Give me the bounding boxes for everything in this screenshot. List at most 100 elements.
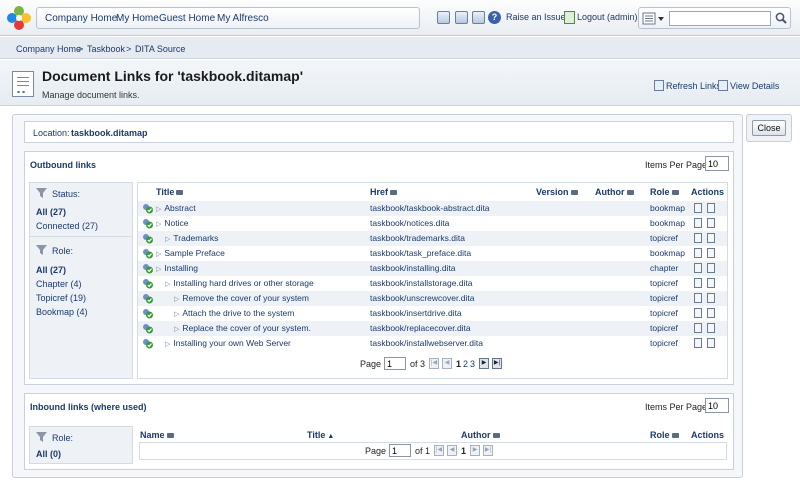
row-href-link[interactable]: taskbook/task_preface.dita — [370, 248, 471, 258]
row-href-link[interactable]: taskbook/unscrewcover.dita — [370, 293, 474, 303]
pager-first-button[interactable]: |◀ — [429, 358, 439, 369]
col-author-header[interactable]: Author — [595, 187, 634, 197]
search-icon[interactable] — [774, 11, 788, 26]
items-per-page-input[interactable] — [705, 398, 729, 413]
pager-page-1[interactable]: 1 — [461, 446, 466, 456]
col-title-header[interactable]: Title — [156, 187, 184, 197]
document-details-icon[interactable] — [707, 293, 715, 303]
row-href-link[interactable]: taskbook/trademarks.dita — [370, 233, 465, 243]
view-details-link[interactable]: View Details — [730, 81, 779, 91]
close-button[interactable]: Close — [752, 120, 786, 136]
pager-page-3[interactable]: 3 — [470, 359, 475, 369]
document-details-icon[interactable] — [707, 263, 715, 273]
view-details-icon[interactable] — [718, 80, 728, 91]
alfresco-logo-icon[interactable] — [5, 4, 33, 32]
items-per-page-input[interactable] — [705, 156, 729, 171]
search-options-menu[interactable] — [642, 12, 668, 25]
search-input[interactable] — [669, 11, 771, 26]
table-row[interactable]: ▷ Sample Preface taskbook/task_preface.dit… — [138, 246, 727, 261]
row-title-link[interactable]: ▷ Sample Preface — [156, 248, 225, 258]
row-href-link[interactable]: taskbook/replacecover.dita — [370, 323, 471, 333]
view-document-icon[interactable] — [694, 263, 702, 273]
view-document-icon[interactable] — [694, 203, 702, 213]
pager-next-button[interactable]: ▶ — [479, 358, 489, 369]
row-href-link[interactable]: taskbook/insertdrive.dita — [370, 308, 462, 318]
toggle-shelf-icon[interactable] — [472, 11, 485, 24]
view-document-icon[interactable] — [694, 218, 702, 228]
document-details-icon[interactable] — [707, 278, 715, 288]
view-document-icon[interactable] — [694, 278, 702, 288]
col-name-header[interactable]: Name — [140, 430, 174, 440]
table-row[interactable]: ▷ Installing taskbook/installing.dita chapt… — [138, 261, 727, 276]
document-details-icon[interactable] — [707, 248, 715, 258]
view-document-icon[interactable] — [694, 323, 702, 333]
pager-page-2[interactable]: 2 — [463, 359, 468, 369]
table-row[interactable]: ▷ Abstract taskbook/taskbook-abstract.dita… — [138, 201, 727, 216]
nav-guest-home[interactable]: Guest Home — [159, 13, 215, 24]
row-title-link[interactable]: ▷ Replace the cover of your system. — [174, 323, 311, 333]
nav-my-alfresco[interactable]: My Alfresco — [217, 13, 269, 24]
row-href-link[interactable]: taskbook/installing.dita — [370, 263, 456, 273]
document-details-icon[interactable] — [707, 308, 715, 318]
refresh-icon[interactable] — [654, 80, 664, 91]
logout-icon[interactable] — [564, 11, 575, 24]
view-document-icon[interactable] — [694, 308, 702, 318]
pager-page-1[interactable]: 1 — [456, 359, 461, 369]
pager-last-button[interactable]: ▶| — [483, 445, 493, 456]
row-title-link[interactable]: ▷ Abstract — [156, 203, 196, 213]
table-row[interactable]: ▷ Notice taskbook/notices.dita bookmap — [138, 216, 727, 231]
row-href-link[interactable]: taskbook/installwebserver.dita — [370, 338, 483, 348]
help-icon[interactable]: ? — [488, 11, 501, 24]
table-row[interactable]: ▷ Replace the cover of your system. taskbo… — [138, 321, 727, 336]
row-title-link[interactable]: ▷ Trademarks — [165, 233, 218, 243]
nav-company-home[interactable]: Company Home — [45, 13, 117, 24]
role-filter-all[interactable]: All (0) — [36, 449, 61, 459]
refresh-links-link[interactable]: Refresh Links — [666, 81, 721, 91]
status-filter-all[interactable]: All (27) — [36, 207, 66, 217]
admin-console-icon[interactable] — [437, 11, 450, 24]
row-href-link[interactable]: taskbook/installstorage.dita — [370, 278, 473, 288]
table-row[interactable]: ▷ Attach the drive to the system taskbook/… — [138, 306, 727, 321]
col-role-header[interactable]: Role — [650, 187, 679, 197]
view-document-icon[interactable] — [694, 233, 702, 243]
pager-prev-button[interactable]: ◀ — [447, 445, 457, 456]
col-href-header[interactable]: Href — [370, 187, 398, 197]
raise-issue-link[interactable]: Raise an Issue — [506, 12, 566, 22]
table-row[interactable]: ▷ Installing hard drives or other storage… — [138, 276, 727, 291]
col-author-header[interactable]: Author — [461, 430, 500, 440]
pager-last-button[interactable]: ▶| — [492, 358, 502, 369]
pager-next-button[interactable]: ▶ — [470, 445, 480, 456]
row-title-link[interactable]: ▷ Attach the drive to the system — [174, 308, 294, 318]
pager-page-input[interactable] — [389, 444, 411, 457]
role-filter-all[interactable]: All (27) — [36, 265, 66, 275]
pager-first-button[interactable]: |◀ — [434, 445, 444, 456]
logout-link[interactable]: Logout (admin) — [577, 12, 638, 22]
breadcrumb-taskbook[interactable]: Taskbook — [87, 44, 125, 54]
pager-prev-button[interactable]: ◀ — [442, 358, 452, 369]
user-profile-icon[interactable] — [455, 11, 468, 24]
document-details-icon[interactable] — [707, 338, 715, 348]
document-details-icon[interactable] — [707, 203, 715, 213]
view-document-icon[interactable] — [694, 248, 702, 258]
col-title-header[interactable]: Title ▲ — [307, 430, 334, 440]
breadcrumb-dita-source[interactable]: DITA Source — [135, 44, 185, 54]
pager-page-input[interactable] — [384, 357, 406, 370]
table-row[interactable]: ▷ Installing your own Web Server taskbook/… — [138, 336, 727, 351]
document-details-icon[interactable] — [707, 323, 715, 333]
row-href-link[interactable]: taskbook/taskbook-abstract.dita — [370, 203, 490, 213]
view-document-icon[interactable] — [694, 338, 702, 348]
row-title-link[interactable]: ▷ Notice — [156, 218, 188, 228]
role-filter-bookmap[interactable]: Bookmap (4) — [36, 307, 88, 317]
row-title-link[interactable]: ▷ Remove the cover of your system — [174, 293, 309, 303]
row-title-link[interactable]: ▷ Installing hard drives or other storage — [165, 278, 314, 288]
document-details-icon[interactable] — [707, 218, 715, 228]
role-filter-topicref[interactable]: Topicref (19) — [36, 293, 86, 303]
col-role-header[interactable]: Role — [650, 430, 679, 440]
row-href-link[interactable]: taskbook/notices.dita — [370, 218, 449, 228]
view-document-icon[interactable] — [694, 293, 702, 303]
table-row[interactable]: ▷ Trademarks taskbook/trademarks.dita topic… — [138, 231, 727, 246]
role-filter-chapter[interactable]: Chapter (4) — [36, 279, 82, 289]
table-row[interactable]: ▷ Remove the cover of your system taskbook… — [138, 291, 727, 306]
nav-my-home[interactable]: My Home — [116, 13, 159, 24]
col-version-header[interactable]: Version — [536, 187, 578, 197]
